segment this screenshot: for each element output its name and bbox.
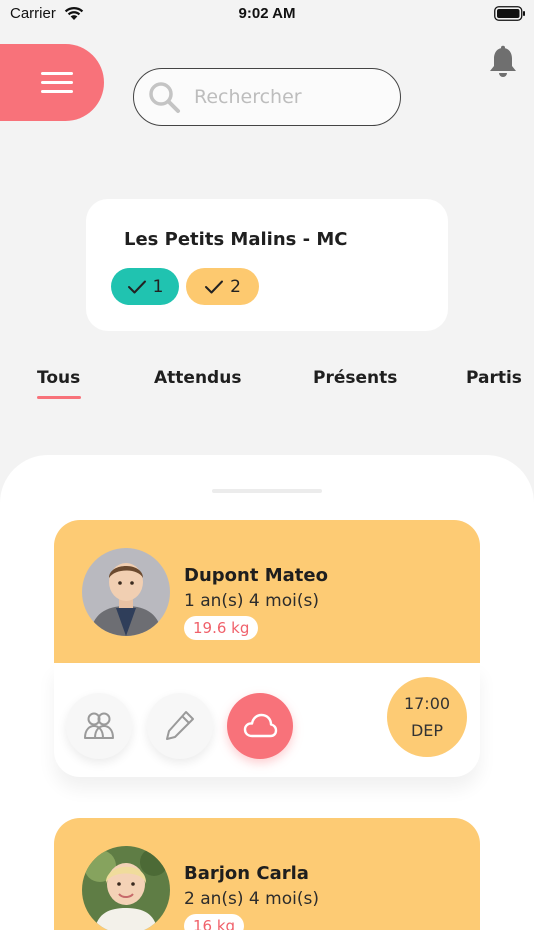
pencil-icon — [166, 711, 194, 740]
tab-partis[interactable]: Partis — [466, 368, 522, 388]
status-time: 9:02 AM — [238, 5, 296, 22]
expected-count-badge[interactable]: 2 — [186, 268, 259, 305]
tab-tous[interactable]: Tous — [37, 368, 80, 388]
active-tab-indicator — [37, 396, 81, 399]
tab-attendus[interactable]: Attendus — [154, 368, 241, 388]
check-icon — [127, 280, 146, 293]
child-weight-badge: 16 kg — [184, 914, 245, 930]
child-avatar — [82, 548, 170, 636]
weather-button[interactable] — [227, 693, 293, 759]
child-age: 2 an(s) 4 moi(s) — [184, 889, 319, 909]
menu-button[interactable] — [0, 44, 104, 121]
search-bar[interactable] — [133, 68, 401, 126]
child-card[interactable]: Barjon Carla 2 an(s) 4 moi(s) 16 kg — [54, 818, 480, 930]
child-name: Barjon Carla — [184, 863, 309, 884]
cloud-icon — [243, 713, 278, 738]
battery-icon — [494, 6, 525, 21]
present-count: 1 — [152, 276, 164, 297]
search-icon — [149, 82, 180, 113]
sheet-handle[interactable] — [212, 489, 322, 493]
child-avatar — [82, 846, 170, 930]
expected-count: 2 — [230, 276, 241, 297]
departure-time-badge[interactable]: 17:00 DEP — [387, 677, 467, 757]
child-weight-badge: 19.6 kg — [184, 616, 259, 640]
parents-icon — [84, 712, 114, 739]
group-card[interactable]: Les Petits Malins - MC 1 2 — [86, 199, 448, 331]
child-card-header: Dupont Mateo 1 an(s) 4 moi(s) 19.6 kg — [54, 520, 480, 663]
parents-button[interactable] — [66, 693, 132, 759]
group-name: Les Petits Malins - MC — [124, 229, 348, 250]
search-input[interactable] — [194, 86, 384, 108]
child-card[interactable]: Dupont Mateo 1 an(s) 4 moi(s) 19.6 kg 17 — [54, 520, 480, 777]
note-button[interactable] — [147, 693, 213, 759]
present-count-badge[interactable]: 1 — [111, 268, 179, 305]
departure-time: 17:00 — [403, 694, 451, 713]
child-card-header: Barjon Carla 2 an(s) 4 moi(s) 16 kg — [54, 818, 480, 930]
check-icon — [205, 280, 224, 293]
child-card-actions: 17:00 DEP — [54, 663, 480, 777]
hamburger-icon — [41, 71, 73, 94]
departure-status: DEP — [410, 721, 444, 740]
child-name: Dupont Mateo — [184, 565, 328, 586]
child-age: 1 an(s) 4 moi(s) — [184, 591, 319, 611]
status-bar: Carrier 9:02 AM — [0, 0, 534, 30]
tab-presents[interactable]: Présents — [313, 368, 397, 388]
bell-icon[interactable] — [487, 45, 519, 79]
